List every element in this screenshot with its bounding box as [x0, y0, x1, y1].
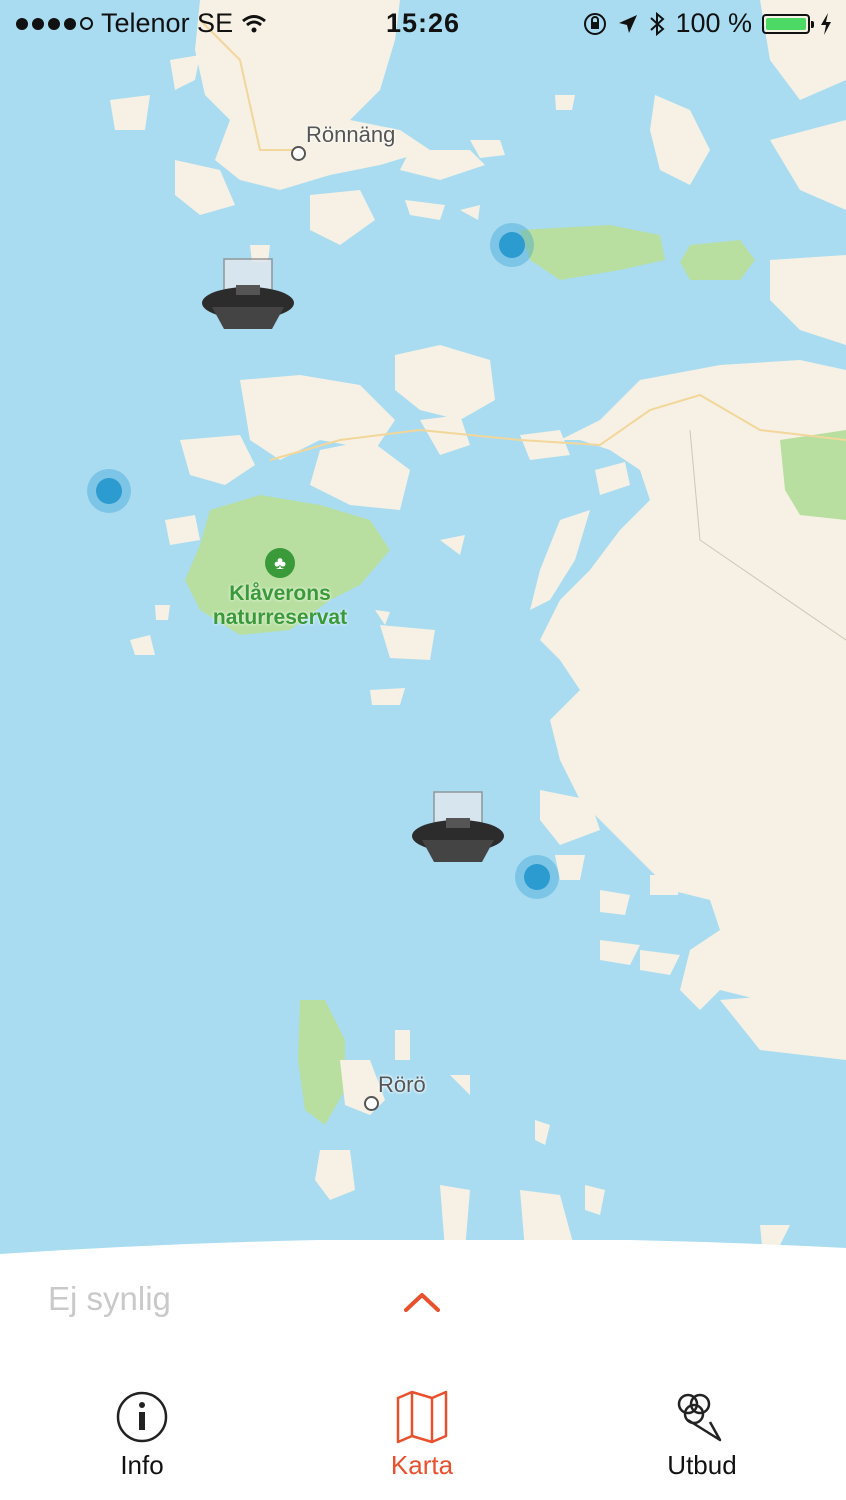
- charging-icon: [821, 12, 831, 35]
- place-marker: [291, 146, 306, 161]
- location-marker[interactable]: [87, 469, 131, 513]
- rotation-lock-icon: [584, 12, 607, 35]
- ferry-marker[interactable]: [200, 255, 296, 335]
- map-icon: [396, 1390, 448, 1444]
- location-marker[interactable]: [490, 223, 534, 267]
- tab-label: Karta: [390, 1450, 454, 1480]
- tab-label: Info: [120, 1450, 164, 1480]
- place-marker: [364, 1096, 379, 1111]
- battery-icon: [762, 13, 814, 34]
- expand-sheet-button[interactable]: [398, 1284, 446, 1320]
- tab-info[interactable]: Info: [52, 1390, 232, 1490]
- tab-label: Utbud: [667, 1450, 737, 1480]
- services-icon: [677, 1393, 722, 1442]
- signal-icon: [16, 17, 93, 30]
- tab-services[interactable]: Utbud: [612, 1390, 792, 1490]
- battery-percent: 100 %: [675, 8, 752, 38]
- ferry-marker[interactable]: [410, 788, 506, 868]
- bluetooth-icon: [650, 11, 665, 36]
- place-label: Rönnäng: [306, 122, 396, 147]
- park-label: Klåverons naturreservat: [212, 582, 348, 629]
- place-label: Rörö: [378, 1072, 426, 1097]
- location-marker[interactable]: [515, 855, 559, 899]
- location-arrow-icon: [619, 14, 638, 33]
- carrier-name: Telenor SE: [101, 8, 234, 38]
- chevron-up-icon: [404, 1293, 440, 1312]
- visibility-status: Ej synlig: [48, 1280, 171, 1317]
- wifi-icon: [242, 14, 267, 32]
- park-icon: ♣: [265, 548, 295, 578]
- tab-map[interactable]: Karta: [332, 1390, 512, 1490]
- info-icon: [116, 1391, 168, 1443]
- status-bar: Telenor SE 15:26 100 %: [0, 0, 846, 50]
